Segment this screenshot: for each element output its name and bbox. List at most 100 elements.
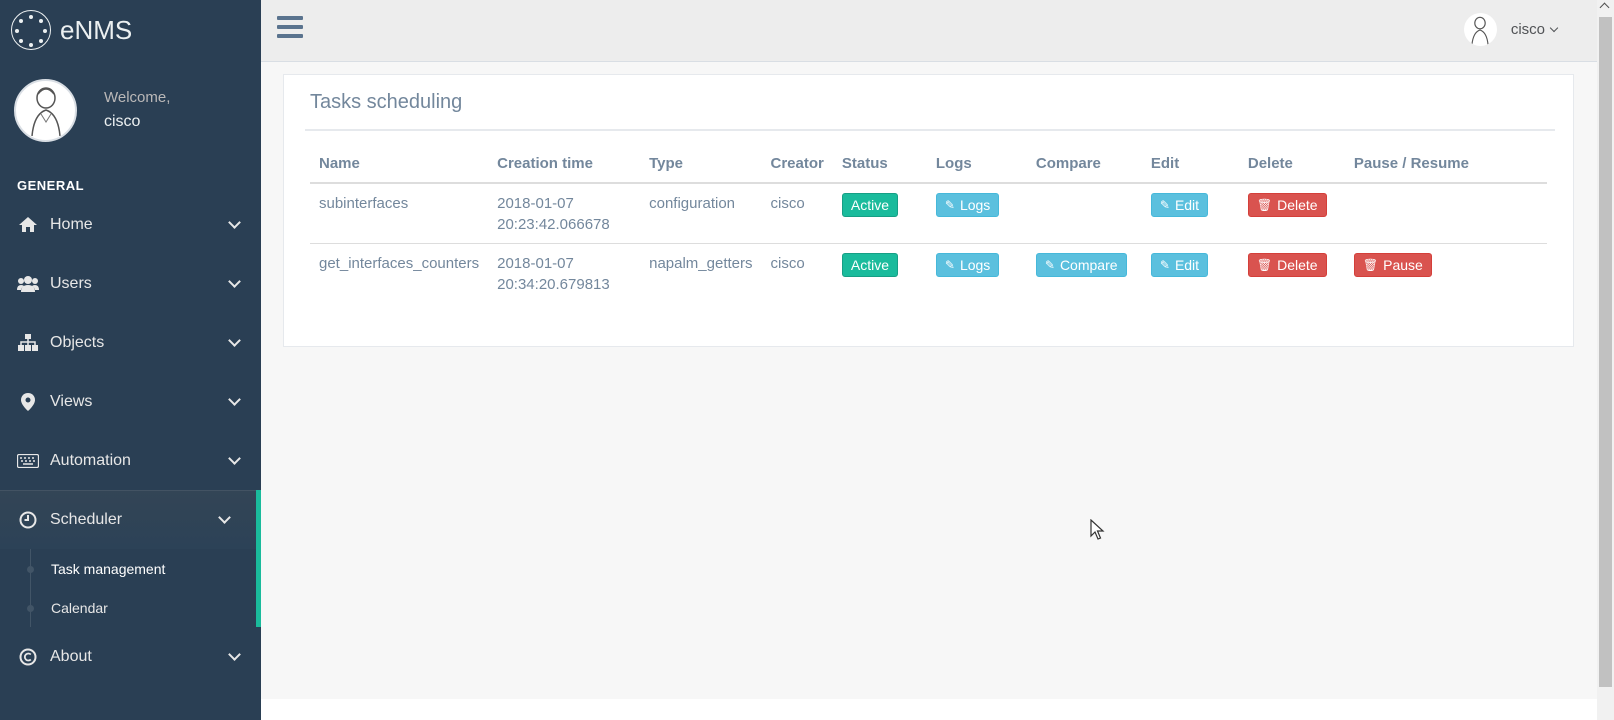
logs-button-label: Logs <box>959 196 991 213</box>
sidebar-subitem-task-management[interactable]: Task management <box>0 549 256 588</box>
sidebar-subitem-calendar[interactable]: Calendar <box>0 588 256 627</box>
profile: Welcome, cisco <box>0 60 261 160</box>
table-row: subinterfaces 2018-01-07 20:23:42.066678… <box>310 183 1547 244</box>
pause-cell-empty <box>1344 183 1547 244</box>
user-avatar <box>1463 13 1497 46</box>
user-name: cisco <box>1510 21 1545 38</box>
chevron-down-icon <box>228 392 241 406</box>
keyboard-icon <box>16 453 40 468</box>
chevron-down-icon <box>228 215 241 229</box>
compare-button[interactable]: ✎ Compare <box>1035 253 1127 277</box>
column-header-type[interactable]: Type <box>640 145 762 184</box>
task-time: 20:23:42.066678 <box>497 216 610 233</box>
column-header-pause-resume[interactable]: Pause / Resume <box>1344 145 1547 184</box>
table-row: get_interfaces_counters 2018-01-07 20:34… <box>310 244 1547 304</box>
compare-button-label: Compare <box>1059 256 1118 273</box>
trash-icon: 🗑 <box>1256 257 1273 272</box>
sidebar-item-label: Home <box>50 215 93 233</box>
pencil-icon: ✎ <box>1044 257 1055 272</box>
logs-button[interactable]: ✎ Logs <box>935 193 1000 217</box>
scheduler-submenu: Task management Calendar <box>0 549 261 627</box>
task-creator: cisco <box>761 183 833 244</box>
edit-button-label: Edit <box>1174 196 1200 213</box>
column-header-status[interactable]: Status <box>832 145 927 184</box>
column-header-compare[interactable]: Compare <box>1026 145 1142 184</box>
pencil-icon: ✎ <box>944 257 955 272</box>
edit-button-label: Edit <box>1174 256 1200 273</box>
chevron-down-icon <box>228 451 241 465</box>
profile-avatar <box>14 78 77 142</box>
menu-toggle-icon[interactable] <box>277 16 303 39</box>
clock-icon <box>16 511 40 529</box>
status-badge: Active <box>841 193 898 217</box>
chevron-down-icon <box>228 274 241 288</box>
column-header-creation-time[interactable]: Creation time <box>488 145 641 184</box>
tasks-panel: Tasks scheduling Name Creation time Type… <box>283 74 1574 347</box>
home-icon <box>16 216 40 233</box>
sidebar-nav: Home Users Objects Views Automation Sche… <box>0 195 261 686</box>
sidebar-item-about[interactable]: About <box>0 627 261 686</box>
table-header-row: Name Creation time Type Creator Status L… <box>310 145 1547 184</box>
pencil-icon: ✎ <box>1159 197 1170 212</box>
column-header-logs[interactable]: Logs <box>926 145 1027 184</box>
column-header-name[interactable]: Name <box>310 145 489 184</box>
sidebar-item-automation[interactable]: Automation <box>0 431 261 490</box>
column-header-creator[interactable]: Creator <box>761 145 833 184</box>
scroll-up-arrow-icon[interactable] <box>1599 2 1610 13</box>
sidebar-item-label: About <box>50 647 92 665</box>
column-header-delete[interactable]: Delete <box>1238 145 1345 184</box>
pencil-icon: ✎ <box>944 197 955 212</box>
mouse-cursor-icon <box>1090 519 1105 540</box>
logs-button[interactable]: ✎ Logs <box>935 253 1000 277</box>
task-creation-time: 2018-01-07 20:23:42.066678 <box>488 183 641 244</box>
chevron-down-icon <box>228 647 241 661</box>
column-header-edit[interactable]: Edit <box>1141 145 1239 184</box>
trash-icon: 🗑 <box>1256 197 1273 212</box>
sidebar-item-objects[interactable]: Objects <box>0 313 261 372</box>
status-badge: Active <box>841 253 898 277</box>
sidebar: eNMS Welcome, cisco GENERAL Home Users O… <box>0 0 261 720</box>
task-type: configuration <box>640 183 762 244</box>
sidebar-item-views[interactable]: Views <box>0 372 261 431</box>
delete-button-label: Delete <box>1277 256 1318 273</box>
logs-button-label: Logs <box>959 256 991 273</box>
sidebar-item-users[interactable]: Users <box>0 254 261 313</box>
section-title: GENERAL <box>17 178 85 193</box>
sidebar-item-home[interactable]: Home <box>0 195 261 254</box>
footer <box>261 699 1597 720</box>
task-date: 2018-01-07 <box>497 195 574 212</box>
sidebar-item-label: Scheduler <box>50 510 123 528</box>
top-navbar: cisco <box>261 0 1597 62</box>
profile-name: cisco <box>104 113 141 130</box>
trash-icon: 🗑 <box>1362 257 1379 272</box>
task-date: 2018-01-07 <box>497 255 574 272</box>
tasks-table: Name Creation time Type Creator Status L… <box>310 145 1547 304</box>
chevron-down-icon <box>1549 23 1559 32</box>
task-type: napalm_getters <box>649 255 753 272</box>
chevron-down-icon <box>228 333 241 347</box>
brand-name: eNMS <box>60 14 133 45</box>
edit-button[interactable]: ✎ Edit <box>1150 253 1209 277</box>
task-name: get_interfaces_counters <box>319 255 480 272</box>
copyright-icon <box>16 648 40 666</box>
edit-button[interactable]: ✎ Edit <box>1150 193 1209 217</box>
delete-button[interactable]: 🗑 Delete <box>1247 253 1327 277</box>
brand[interactable]: eNMS <box>0 0 261 60</box>
compare-cell-empty <box>1026 183 1142 244</box>
task-creation-time: 2018-01-07 20:34:20.679813 <box>488 244 640 304</box>
sitemap-icon <box>16 334 40 351</box>
sidebar-item-scheduler[interactable]: Scheduler <box>0 490 261 549</box>
page-scrollbar[interactable] <box>1597 0 1614 720</box>
user-menu[interactable]: cisco <box>1463 13 1559 46</box>
page-title: Tasks scheduling <box>310 91 463 113</box>
scroll-thumb[interactable] <box>1599 17 1612 687</box>
pause-button[interactable]: 🗑 Pause <box>1353 253 1432 277</box>
map-marker-icon <box>16 392 40 411</box>
delete-button[interactable]: 🗑 Delete <box>1247 193 1327 217</box>
delete-button-label: Delete <box>1277 196 1318 213</box>
enms-logo-icon <box>11 10 51 50</box>
sidebar-item-label: Users <box>50 274 92 292</box>
users-icon <box>16 275 40 292</box>
pencil-icon: ✎ <box>1159 257 1170 272</box>
task-time: 20:34:20.679813 <box>497 276 610 293</box>
